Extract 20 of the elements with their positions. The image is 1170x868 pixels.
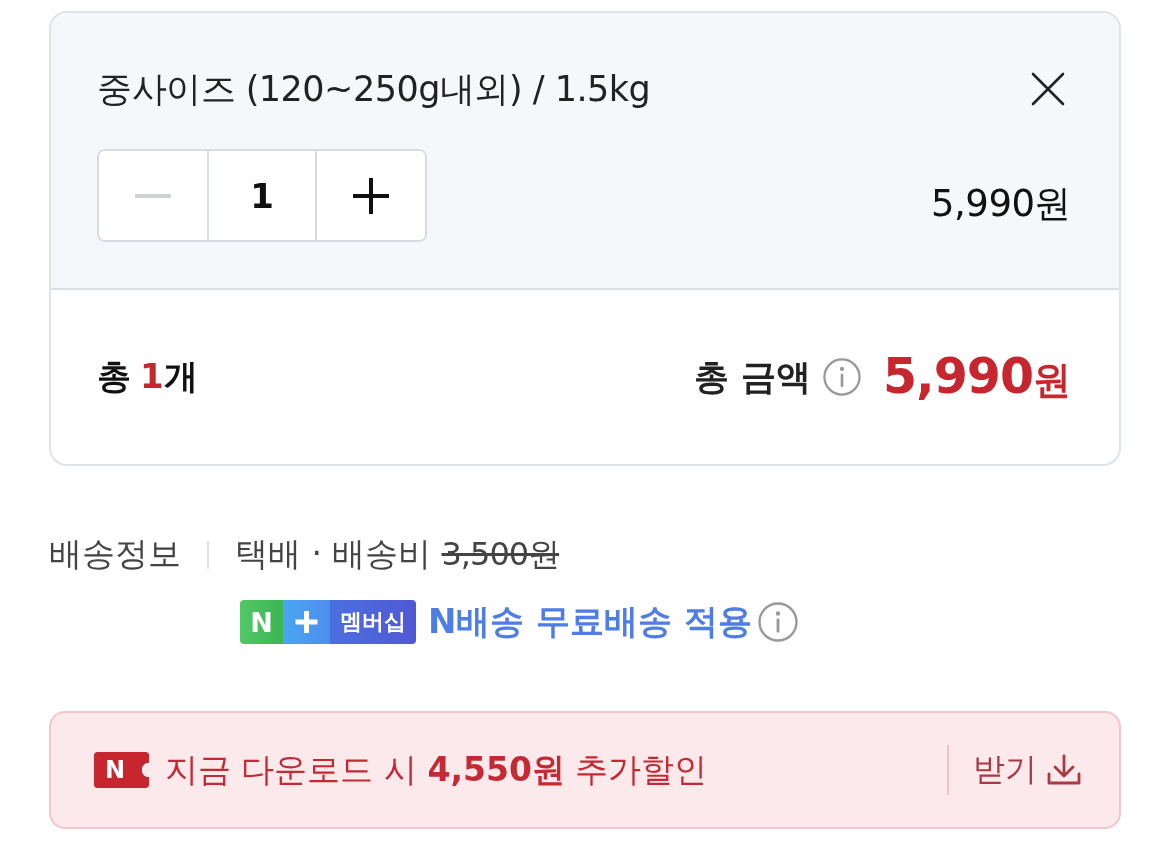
download-button[interactable]: 받기 — [973, 748, 1081, 792]
info-icon[interactable] — [823, 358, 861, 396]
coupon-message: 지금 다운로드 시 4,550원 추가할인 — [165, 748, 708, 791]
shipping-label: 배송정보 — [49, 533, 181, 575]
plus-icon — [283, 600, 330, 644]
membership-label: 멤버십 — [330, 600, 416, 644]
option-price: 5,990원 — [931, 180, 1071, 227]
total-label: 총 금액 — [693, 355, 811, 399]
shipping-detail: 택배 · 배송비 — [235, 533, 432, 575]
close-icon — [1031, 72, 1065, 106]
total-count: 총 1개 — [97, 355, 198, 398]
total-price: 5,990원 — [883, 348, 1071, 406]
membership-letter: N — [240, 600, 283, 644]
close-button[interactable] — [1031, 72, 1065, 106]
info-icon[interactable] — [758, 602, 799, 642]
original-fee: 3,500원 — [441, 533, 560, 575]
free-shipping-text: N배송 무료배송 적용 — [428, 600, 753, 643]
coupon-tag: N — [94, 752, 149, 788]
option-name: 중사이즈 (120~250g내외) / 1.5kg — [97, 68, 651, 111]
download-icon — [1047, 754, 1081, 786]
